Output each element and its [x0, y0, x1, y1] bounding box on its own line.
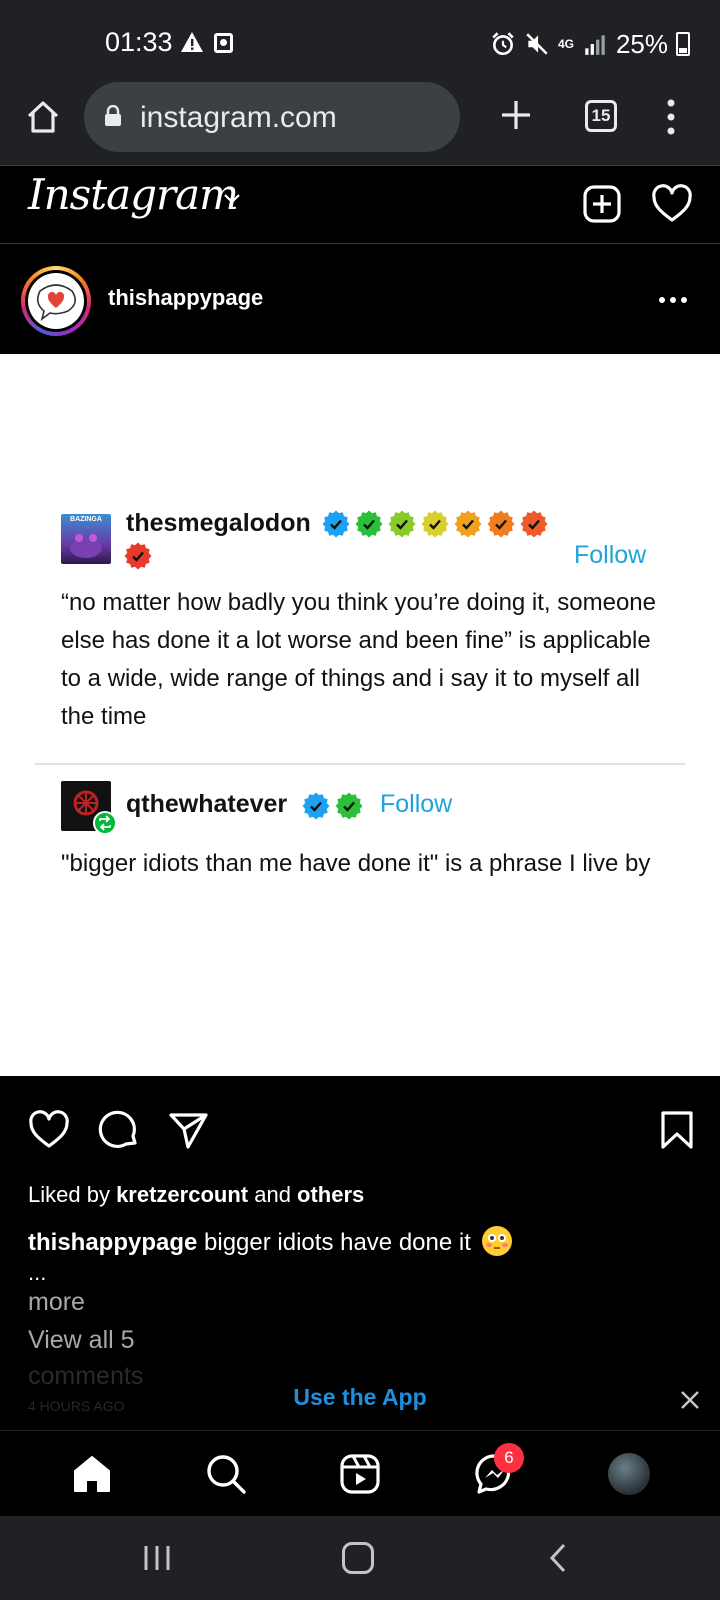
verified-badge-icon — [520, 510, 548, 538]
verified-badge-icon — [302, 792, 330, 820]
view-all-comments[interactable]: View all 5 — [28, 1326, 135, 1355]
address-bar[interactable]: instagram.com — [84, 82, 460, 152]
verified-badge-icon — [454, 510, 482, 538]
home-button[interactable] — [342, 1542, 374, 1574]
likes-prefix: Liked by — [28, 1182, 117, 1207]
instagram-logo[interactable]: Instagram — [28, 170, 239, 219]
post-header: thishappypage — [0, 244, 720, 354]
verified-badge-icon — [322, 510, 350, 538]
home-icon[interactable] — [24, 98, 62, 136]
reblog-text-1: “no matter how badly you think you’re do… — [61, 589, 656, 730]
mute-icon — [526, 33, 548, 55]
verified-badge-icon — [124, 542, 152, 570]
chevron-down-icon[interactable] — [222, 188, 242, 208]
warning-icon — [181, 32, 203, 52]
more-link[interactable]: more — [28, 1288, 85, 1317]
heart-icon[interactable] — [651, 184, 693, 224]
post-image[interactable]: BAZINGA thesmegalodon Follow “no matter … — [0, 354, 720, 1076]
reels-icon[interactable] — [339, 1453, 381, 1495]
share-icon[interactable] — [168, 1110, 210, 1150]
verified-badges-row-2 — [302, 792, 363, 820]
back-icon[interactable] — [548, 1542, 568, 1574]
signal-icon — [585, 35, 605, 55]
follow-button-1: Follow — [574, 541, 647, 569]
speech-bubble-heart-icon — [36, 284, 76, 321]
comment-icon[interactable] — [98, 1109, 140, 1151]
reblog-username-2: qthewhatever — [126, 790, 288, 818]
likes-and: and — [248, 1182, 298, 1207]
avatar[interactable] — [21, 266, 91, 336]
recent-apps-icon[interactable] — [142, 1544, 172, 1572]
verified-badge-icon — [487, 510, 515, 538]
flushed-face-emoji — [481, 1226, 512, 1256]
network-type: 4G — [557, 37, 574, 51]
liked-by-others[interactable]: others — [297, 1182, 364, 1207]
reblog-icon — [93, 811, 117, 835]
plus-icon[interactable] — [498, 97, 534, 133]
profile-avatar[interactable] — [608, 1453, 650, 1495]
reblog-username-1: thesmegalodon — [126, 509, 311, 537]
alarm-icon — [492, 32, 514, 56]
tabs-button[interactable]: 15 — [585, 100, 617, 132]
caption-username[interactable]: thishappypage — [28, 1229, 197, 1256]
battery-icon — [676, 32, 690, 56]
more-options-icon[interactable] — [658, 296, 688, 304]
use-app-button[interactable]: Use the App — [0, 1384, 720, 1411]
bookmark-icon[interactable] — [660, 1110, 694, 1150]
divider — [35, 763, 685, 765]
liked-by-user[interactable]: kretzercount — [116, 1182, 248, 1207]
url-text: instagram.com — [140, 101, 337, 134]
crab-figure-icon — [70, 534, 102, 558]
caption-ellipsis: ... — [28, 1260, 47, 1285]
likes-summary: Liked by kretzercount and others — [28, 1182, 364, 1208]
browser-toolbar: instagram.com 15 — [0, 82, 720, 166]
verified-badge-icon — [335, 792, 363, 820]
close-icon[interactable] — [680, 1390, 700, 1410]
screen-record-icon — [214, 33, 233, 53]
follow-button-2: Follow — [380, 790, 453, 818]
overflow-menu-icon[interactable] — [661, 97, 681, 137]
verified-badge-icon — [388, 510, 416, 538]
use-app-banner: Use the App — [0, 1370, 720, 1430]
verified-badge-icon — [421, 510, 449, 538]
reblog-text-2: "bigger idiots than me have done it" is … — [61, 850, 651, 877]
verified-badges-row-1b — [124, 542, 152, 570]
messages-badge: 6 — [494, 1443, 524, 1473]
verified-badges-row-1 — [322, 510, 548, 538]
home-icon[interactable] — [71, 1453, 113, 1495]
battery-percent: 25% — [615, 28, 668, 59]
thesmegalodon-avatar: BAZINGA — [61, 514, 111, 564]
status-time: 01:33 — [105, 27, 173, 57]
post-username[interactable]: thishappypage — [108, 285, 263, 311]
new-post-icon[interactable] — [582, 184, 622, 224]
verified-badge-icon — [355, 510, 383, 538]
status-bar: 01:33 4G 25% — [0, 0, 720, 82]
caption: thishappypage bigger idiots have done it — [28, 1226, 512, 1257]
search-icon[interactable] — [205, 1453, 247, 1495]
post-actions: Liked by kretzercount and others thishap… — [0, 1076, 720, 1414]
bottom-nav: 6 — [0, 1430, 720, 1516]
lock-icon — [105, 105, 121, 126]
caption-text: bigger idiots have done it — [197, 1229, 478, 1256]
status-icons: 4G 25% — [490, 27, 690, 61]
instagram-header: Instagram — [0, 166, 720, 244]
like-icon[interactable] — [28, 1110, 70, 1150]
android-navigation-bar — [0, 1516, 720, 1600]
